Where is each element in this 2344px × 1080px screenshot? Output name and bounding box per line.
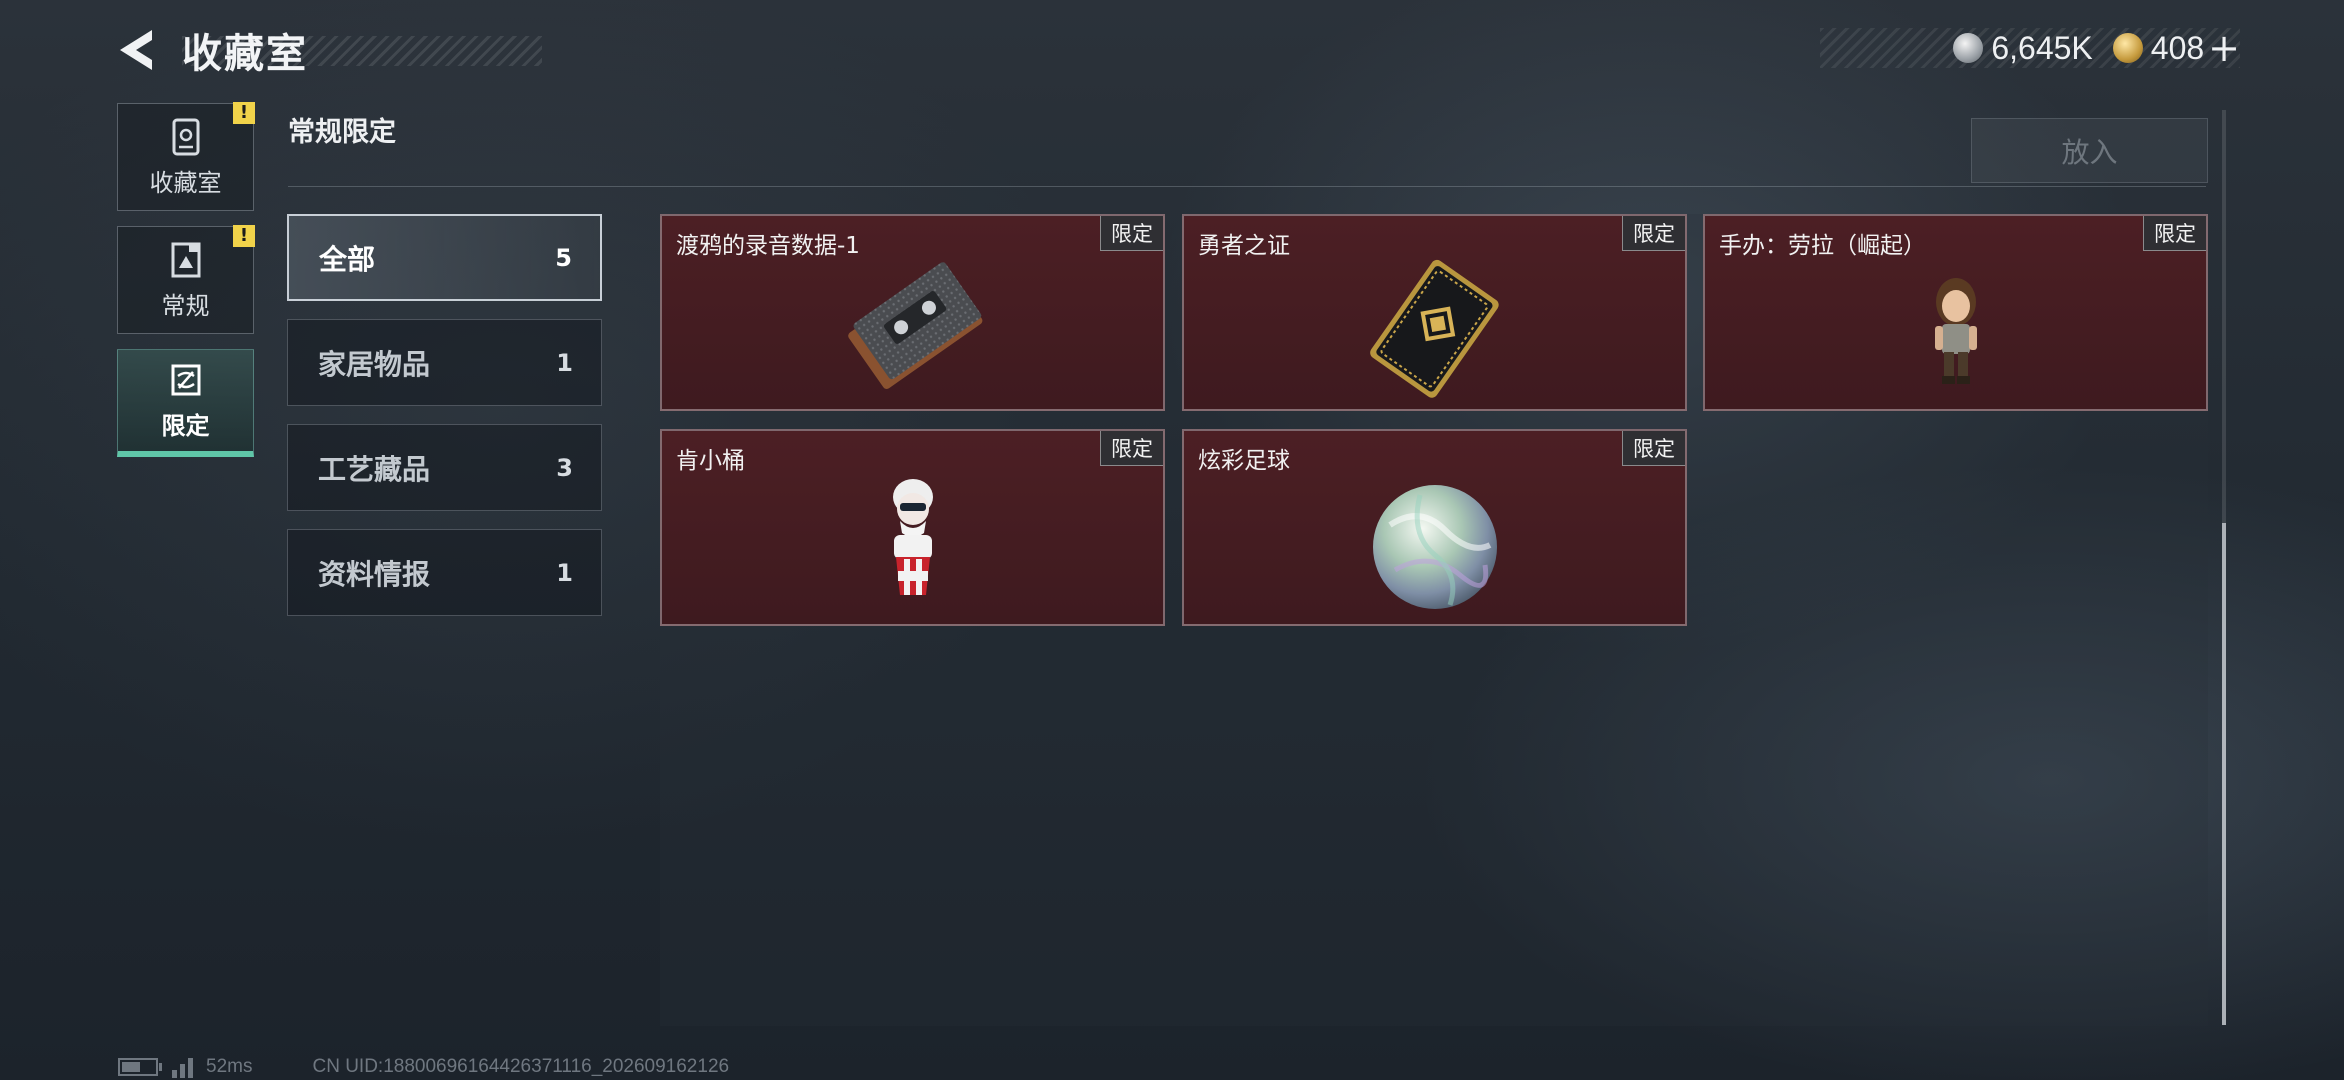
ping-value: 52ms	[206, 1056, 253, 1077]
currency-silver: 6,645K	[1953, 29, 2093, 67]
item-card-iridescent-ball[interactable]: 炫彩足球 限定	[1182, 429, 1687, 626]
limited-icon	[171, 364, 200, 396]
item-card-kfc-bucket[interactable]: 肯小桶 限定	[660, 429, 1165, 626]
signal-bar	[188, 1058, 193, 1078]
signal-bar	[180, 1064, 185, 1078]
limited-tag: 限定	[2143, 216, 2206, 251]
filter-crafts[interactable]: 工艺藏品 3	[287, 424, 602, 511]
back-button[interactable]	[110, 24, 162, 76]
currency-gold: 408 +	[2112, 29, 2240, 67]
section-title: 常规限定	[288, 117, 396, 148]
figure-lara-icon	[1934, 278, 1977, 384]
side-tab-list: ! 收藏室 ! 常规 限定	[117, 102, 255, 472]
iridescent-ball-icon	[1372, 485, 1497, 609]
side-tab-label: 常规	[161, 291, 210, 320]
scrollbar-thumb[interactable]	[2222, 523, 2226, 1025]
side-tab-label: 限定	[161, 412, 210, 440]
filter-home-items[interactable]: 家居物品 1	[287, 319, 602, 406]
filter-count: 1	[556, 348, 573, 377]
side-tab-collection-room[interactable]: ! 收藏室	[117, 102, 255, 211]
battery-icon	[118, 1058, 162, 1076]
filter-count: 3	[556, 453, 573, 482]
badge-card-icon	[1369, 259, 1499, 398]
limited-tag: 限定	[1100, 216, 1163, 251]
item-card-hero-proof[interactable]: 勇者之证 限定	[1182, 214, 1687, 411]
header-divider	[288, 186, 2206, 187]
add-currency-button[interactable]: +	[2208, 29, 2240, 67]
uid-text: CN UID:18800696164426371116_202609162126	[312, 1056, 730, 1077]
regular-icon	[171, 242, 200, 277]
silver-coin-icon	[1953, 33, 1984, 63]
kfc-bucket-figure-icon	[892, 479, 933, 595]
back-arrow-icon	[120, 30, 152, 70]
filter-label: 家居物品	[318, 347, 431, 381]
filter-intel[interactable]: 资料情报 1	[287, 529, 602, 616]
item-name: 炫彩足球	[1198, 448, 1290, 474]
side-tab-limited[interactable]: 限定	[117, 349, 254, 457]
item-card-raven-recording[interactable]: 渡鸦的录音数据-1 限定	[660, 214, 1165, 411]
scrollbar[interactable]	[2222, 110, 2226, 1025]
put-in-button[interactable]: 放入	[1971, 118, 2208, 183]
filter-label: 资料情报	[318, 557, 431, 591]
item-name: 勇者之证	[1198, 233, 1290, 259]
filter-label: 工艺藏品	[318, 452, 431, 486]
limited-tag: 限定	[1622, 216, 1685, 251]
limited-tag: 限定	[1622, 431, 1685, 466]
side-tab-label: 收藏室	[149, 168, 222, 197]
collection-room-icon	[172, 118, 199, 155]
gold-amount: 408	[2150, 29, 2205, 66]
item-card-lara-figure[interactable]: 手办：劳拉（崛起） 限定	[1703, 214, 2208, 411]
page-title: 收藏室	[182, 31, 308, 77]
signal-bar	[172, 1070, 177, 1078]
filter-count: 5	[555, 243, 572, 272]
signal-icon	[172, 1056, 196, 1078]
filter-count: 1	[556, 558, 573, 587]
filter-list: 全部 5 家居物品 1 工艺藏品 3 资料情报 1	[287, 214, 604, 634]
limited-tag: 限定	[1100, 431, 1163, 466]
alert-badge: !	[233, 102, 255, 124]
cassette-tape-icon	[847, 262, 982, 389]
gold-coin-icon	[2112, 33, 2143, 63]
filter-label: 全部	[319, 242, 376, 276]
currency-bar: 6,645K 408 +	[1820, 28, 2240, 68]
item-name: 肯小桶	[676, 448, 745, 474]
alert-badge: !	[233, 225, 255, 247]
filter-all[interactable]: 全部 5	[287, 214, 602, 301]
status-bar: 52ms CN UID:18800696164426371116_2026091…	[118, 1054, 729, 1080]
top-header: 收藏室	[110, 22, 542, 78]
silver-amount: 6,645K	[1991, 29, 2093, 66]
side-tab-regular[interactable]: ! 常规	[117, 225, 255, 334]
